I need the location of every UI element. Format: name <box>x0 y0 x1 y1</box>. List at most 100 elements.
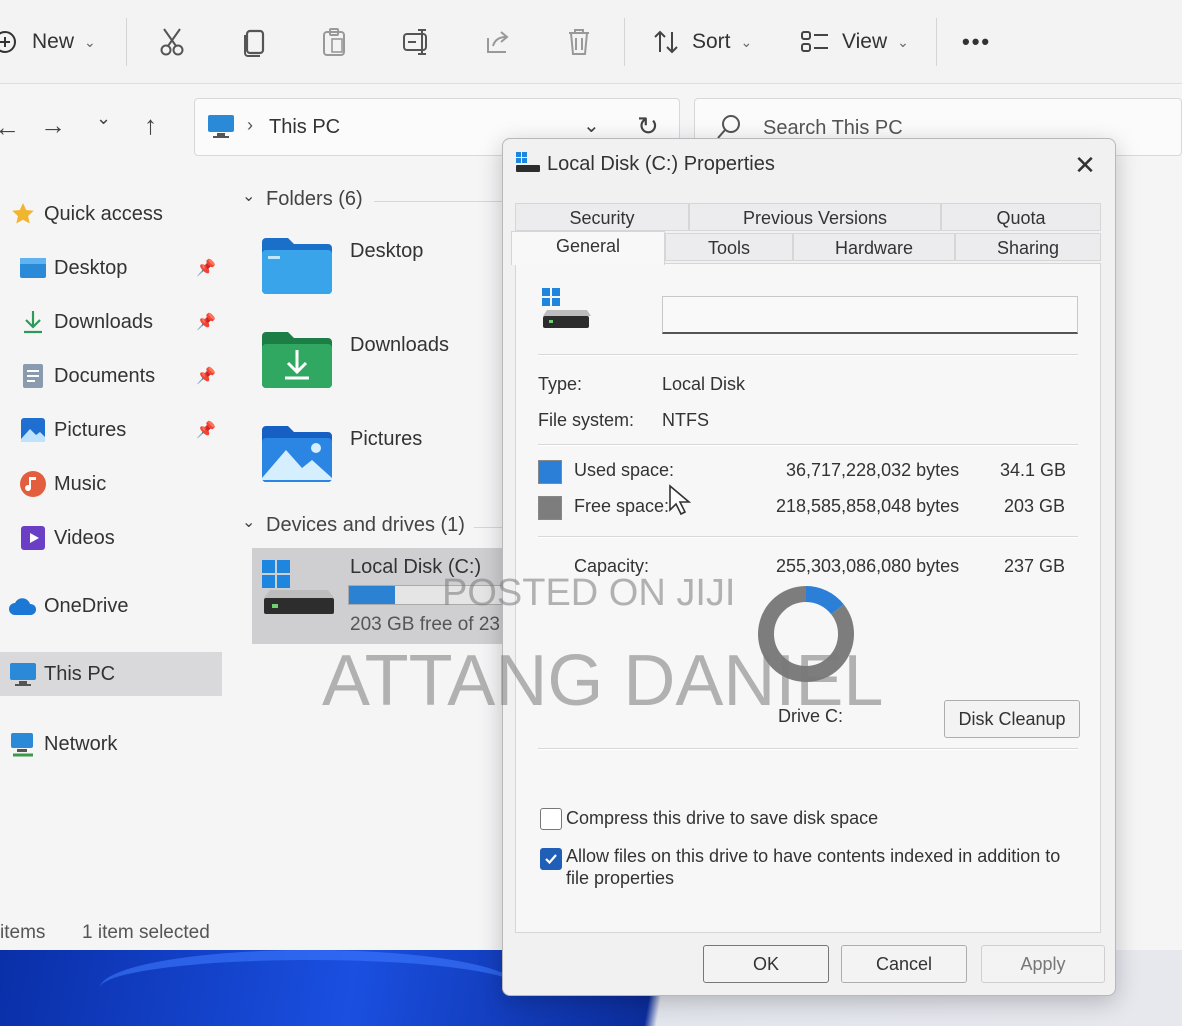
dialog-title: Local Disk (C:) Properties <box>547 153 775 175</box>
free-space-bytes: 218,585,858,048 bytes <box>776 496 960 516</box>
drive-free-text: 203 GB free of 23 <box>350 614 500 635</box>
sidebar-item-pictures[interactable]: Pictures 📌 <box>0 408 222 452</box>
sidebar-item-music[interactable]: Music <box>0 462 222 506</box>
drive-icon <box>262 560 334 614</box>
view-button[interactable]: View ⌄ <box>800 22 909 62</box>
type-label: Type: <box>538 374 583 394</box>
pin-icon[interactable]: 📌 <box>196 366 216 386</box>
status-item-count: items <box>0 922 46 943</box>
compress-drive-label: Compress this drive to save disk space <box>566 808 879 828</box>
index-files-checkbox[interactable] <box>540 848 562 870</box>
pin-icon[interactable]: 📌 <box>196 258 216 278</box>
wallpaper-swirl <box>100 950 520 1026</box>
drive-usage-bar <box>348 585 504 605</box>
mouse-cursor-icon <box>668 484 692 521</box>
music-icon <box>18 469 48 499</box>
compress-drive-checkbox[interactable] <box>540 808 562 830</box>
pictures-folder-icon <box>262 426 332 482</box>
network-icon <box>8 729 38 759</box>
forward-arrow-icon[interactable]: → <box>40 110 66 141</box>
copy-button[interactable] <box>240 22 268 62</box>
tab-quota[interactable]: Quota <box>941 203 1101 231</box>
folder-pictures[interactable]: Pictures <box>260 424 510 504</box>
rename-button[interactable] <box>402 22 432 62</box>
properties-dialog: Local Disk (C:) Properties ✕ Security Pr… <box>502 138 1116 996</box>
view-label: View <box>842 30 888 53</box>
scissors-icon <box>158 27 186 57</box>
sidebar-item-desktop[interactable]: Desktop 📌 <box>0 246 222 290</box>
tab-sharing[interactable]: Sharing <box>955 233 1101 261</box>
drive-usage-fill <box>349 586 396 604</box>
up-arrow-icon[interactable]: ↑ <box>144 110 157 141</box>
trash-icon <box>566 27 592 57</box>
index-files-label-continued: file properties <box>566 868 675 888</box>
apply-button[interactable]: Apply <box>981 945 1105 983</box>
pin-icon[interactable]: 📌 <box>196 420 216 440</box>
paste-button[interactable] <box>320 22 348 62</box>
share-button[interactable] <box>484 22 512 62</box>
folder-desktop[interactable]: Desktop <box>260 236 510 316</box>
sidebar-item-network[interactable]: Network <box>0 722 222 766</box>
chevron-down-icon[interactable]: ⌄ <box>242 186 255 206</box>
tab-tools[interactable]: Tools <box>665 233 793 261</box>
chevron-down-icon: ⌄ <box>897 33 909 50</box>
sidebar-item-onedrive[interactable]: OneDrive <box>0 584 222 628</box>
command-bar: New ⌄ Sort ⌄ View ⌄ ••• <box>0 0 1182 84</box>
divider <box>538 536 1078 538</box>
rename-icon <box>402 27 432 57</box>
general-tab-panel: Type: Local Disk File system: NTFS Used … <box>515 263 1101 933</box>
disk-cleanup-button[interactable]: Disk Cleanup <box>944 700 1080 738</box>
tab-security[interactable]: Security <box>515 203 689 231</box>
sidebar-item-label: Desktop <box>54 256 128 279</box>
videos-icon <box>18 523 48 553</box>
used-space-bytes: 36,717,228,032 bytes <box>786 460 960 480</box>
more-options-button[interactable]: ••• <box>962 22 991 62</box>
folders-group-header[interactable]: Folders (6) <box>266 188 363 211</box>
capacity-label: Capacity: <box>574 556 650 576</box>
breadcrumb-this-pc[interactable]: This PC <box>269 116 340 139</box>
breadcrumb-separator-icon: › <box>247 115 253 135</box>
recent-locations-chevron-icon[interactable]: ⌄ <box>96 108 111 129</box>
close-icon[interactable]: ✕ <box>1063 147 1107 183</box>
delete-button[interactable] <box>566 22 592 62</box>
folder-label: Pictures <box>350 428 423 450</box>
sidebar-item-label: Quick access <box>44 202 163 225</box>
tab-general[interactable]: General <box>511 231 665 265</box>
chevron-down-icon: ⌄ <box>84 33 96 50</box>
free-space-swatch <box>538 496 562 520</box>
document-icon <box>18 361 48 391</box>
folder-downloads[interactable]: Downloads <box>260 330 510 410</box>
sidebar-item-videos[interactable]: Videos <box>0 516 222 560</box>
cut-button[interactable] <box>158 22 186 62</box>
search-placeholder: Search This PC <box>763 117 903 139</box>
used-space-swatch <box>538 460 562 484</box>
drive-tile-c[interactable]: Local Disk (C:) 203 GB free of 23 <box>252 548 512 644</box>
sidebar-item-downloads[interactable]: Downloads 📌 <box>0 300 222 344</box>
sort-button[interactable]: Sort ⌄ <box>652 22 752 62</box>
cancel-button[interactable]: Cancel <box>841 945 967 983</box>
index-files-label: Allow files on this drive to have conten… <box>566 846 1061 866</box>
sidebar-item-documents[interactable]: Documents 📌 <box>0 354 222 398</box>
status-bar: items 1 item selected <box>0 918 500 950</box>
address-history-chevron-icon[interactable]: ⌄ <box>583 113 600 138</box>
sidebar-item-label: Network <box>44 732 118 755</box>
divider <box>538 444 1078 446</box>
new-button[interactable]: New ⌄ <box>0 22 96 62</box>
tab-previous-versions[interactable]: Previous Versions <box>689 203 941 231</box>
drive-label-input[interactable] <box>662 296 1078 334</box>
back-arrow-icon[interactable]: ← <box>0 112 20 143</box>
sidebar-item-quick-access[interactable]: Quick access <box>0 192 222 236</box>
sidebar-item-label: This PC <box>44 662 116 685</box>
folder-label: Downloads <box>350 334 449 356</box>
desktop-icon <box>18 253 48 283</box>
sidebar-item-this-pc[interactable]: This PC <box>0 652 222 696</box>
pin-icon[interactable]: 📌 <box>196 312 216 332</box>
used-space-gb: 34.1 GB <box>1000 460 1067 480</box>
ok-button[interactable]: OK <box>703 945 829 983</box>
toolbar-divider <box>936 18 937 66</box>
computer-icon <box>8 659 38 689</box>
chevron-down-icon[interactable]: ⌄ <box>242 512 255 532</box>
tab-hardware[interactable]: Hardware <box>793 233 955 261</box>
view-icon <box>800 29 830 55</box>
devices-group-header[interactable]: Devices and drives (1) <box>266 514 465 537</box>
